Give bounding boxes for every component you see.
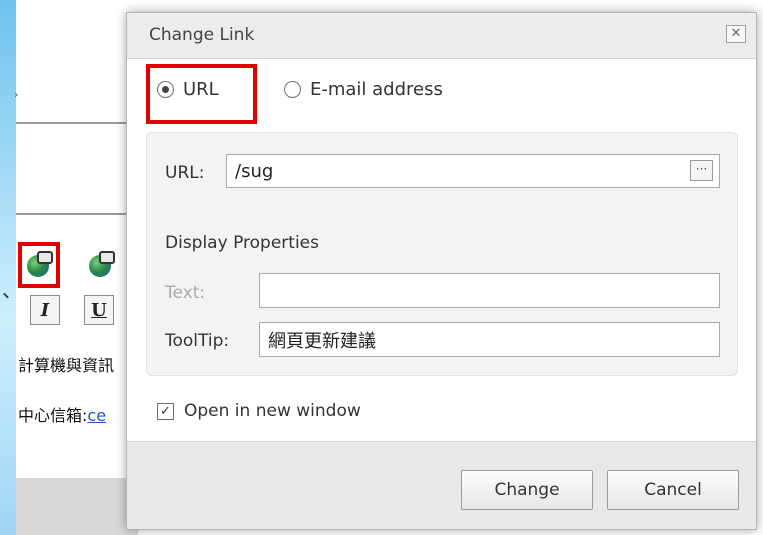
url-option-highlight: [146, 64, 257, 124]
display-properties-heading: Display Properties: [165, 233, 319, 253]
punctuation-glyph: 、: [2, 278, 22, 302]
browse-button[interactable]: ···: [690, 160, 713, 181]
link-button-highlight: [18, 242, 60, 288]
text-prefix: 中心信箱:: [18, 406, 88, 425]
email-link[interactable]: ce: [87, 406, 106, 425]
editor-footer-area: [16, 478, 138, 535]
link-properties-panel: URL: /sug ··· Display Properties Text: T…: [146, 132, 738, 376]
dialog-footer: Change Cancel: [127, 441, 756, 529]
divider: [16, 122, 136, 124]
unlink-globe-icon: [89, 251, 115, 277]
divider: [16, 213, 136, 215]
dialog-title: Change Link: [149, 25, 255, 45]
dialog-titlebar[interactable]: Change Link ✕: [127, 13, 756, 59]
tooltip-input[interactable]: 網頁更新建議: [259, 322, 720, 357]
change-link-dialog: Change Link ✕ URL E-mail address URL: /s…: [126, 12, 757, 530]
unlink-button[interactable]: [84, 250, 116, 282]
change-button[interactable]: Change: [461, 470, 593, 510]
text-input[interactable]: [259, 273, 720, 308]
cancel-button[interactable]: Cancel: [607, 470, 739, 510]
tooltip-label: ToolTip:: [165, 331, 230, 351]
url-input[interactable]: /sug: [226, 154, 720, 188]
radio-email[interactable]: [284, 81, 301, 98]
open-new-window-option[interactable]: ✓ Open in new window: [157, 401, 361, 421]
open-new-window-label: Open in new window: [184, 401, 361, 421]
editor-text-line: 計算機與資訊: [18, 356, 115, 375]
url-label: URL:: [165, 163, 205, 183]
underline-button[interactable]: U: [84, 295, 114, 325]
text-label: Text:: [165, 283, 206, 303]
open-new-window-checkbox[interactable]: ✓: [157, 402, 174, 420]
radio-email-label: E-mail address: [310, 79, 443, 100]
close-button[interactable]: ✕: [726, 25, 746, 43]
small-arrow-glyph: ›: [14, 88, 19, 101]
radio-email-option[interactable]: E-mail address: [284, 79, 443, 100]
italic-button[interactable]: I: [30, 295, 60, 325]
editor-text-line: 中心信箱:ce: [18, 402, 106, 426]
